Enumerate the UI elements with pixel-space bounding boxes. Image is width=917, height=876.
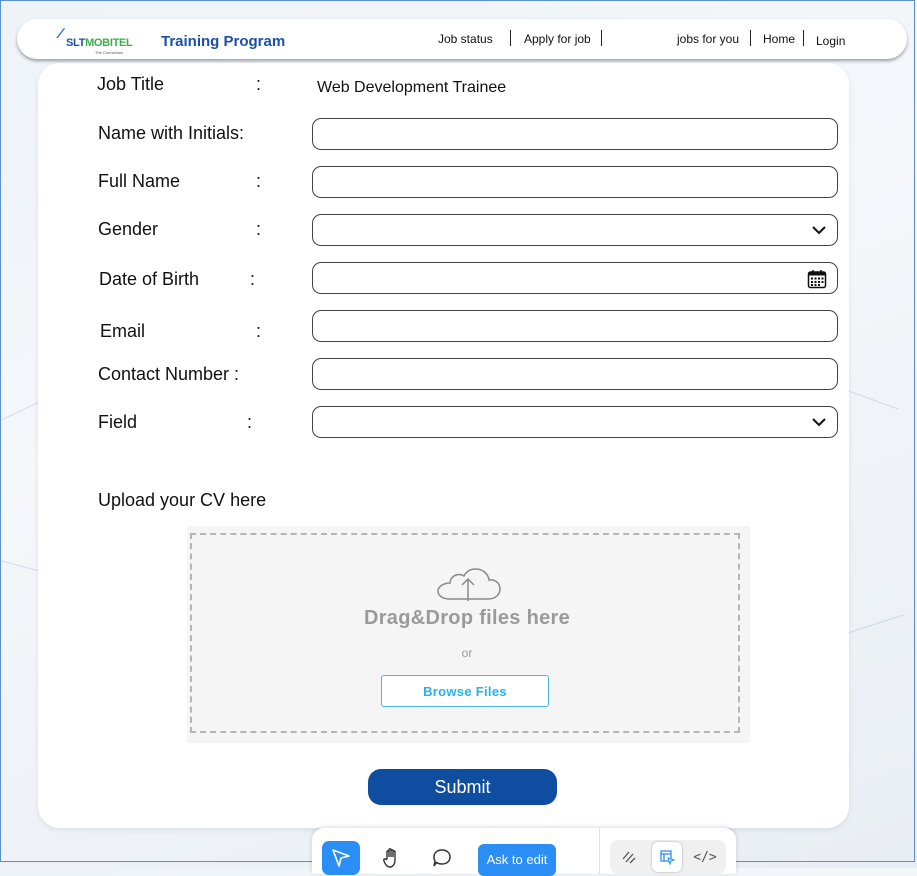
colon: : <box>256 321 262 341</box>
logo-wordmark: SLTMOBITEL <box>66 37 133 49</box>
program-title: Training Program <box>161 33 286 50</box>
submit-button[interactable]: Submit <box>368 769 557 805</box>
ask-to-edit-button[interactable]: Ask to edit <box>478 844 556 876</box>
name-initials-input[interactable] <box>312 118 838 150</box>
logo-tagline: The Connection <box>95 50 124 55</box>
nav-job-status[interactable]: Job status <box>438 32 493 46</box>
contact-number-input[interactable] <box>312 358 838 390</box>
colon: : <box>256 74 262 94</box>
full-name-input[interactable] <box>312 166 838 198</box>
design-toolbar: Ask to edit </> <box>312 828 736 876</box>
hand-icon <box>383 848 396 868</box>
logo-slt: SLT <box>66 37 86 49</box>
application-form-card: Job Title : Web Development Trainee Name… <box>38 63 849 828</box>
job-title-label: Job Title <box>97 74 165 94</box>
chevron-down-icon <box>812 418 826 427</box>
chevron-down-icon <box>812 226 826 235</box>
nav-divider <box>601 30 602 46</box>
job-title-value: Web Development Trainee <box>317 79 507 96</box>
dob-input[interactable] <box>312 262 838 294</box>
comment-icon <box>433 849 451 867</box>
nav-divider <box>803 30 804 46</box>
colon: : <box>247 412 253 432</box>
nav-home[interactable]: Home <box>763 32 795 46</box>
email-label: Email <box>100 321 146 341</box>
colon: : <box>256 171 262 191</box>
nav-apply-for-job[interactable]: Apply for job <box>524 32 591 46</box>
draw-icon <box>622 851 636 864</box>
or-text: or <box>461 646 473 660</box>
top-navbar: ∕∕ SLTMOBITEL The Connection Training Pr… <box>17 19 907 59</box>
upload-cv-title: Upload your CV here <box>98 490 267 510</box>
contact-number-label: Contact Number : <box>98 364 240 384</box>
field-select[interactable] <box>312 406 838 438</box>
cloud-upload-icon <box>437 568 501 601</box>
code-icon: </> <box>693 849 717 865</box>
dob-label: Date of Birth <box>99 269 200 289</box>
mode-switcher: </> <box>610 840 726 874</box>
nav-jobs-for-you[interactable]: jobs for you <box>677 32 739 46</box>
logo-mobitel: MOBITEL <box>85 37 133 49</box>
drag-drop-text: Drag&Drop files here <box>363 607 571 629</box>
toolbar-divider <box>599 828 600 874</box>
dropzone-border: Drag&Drop files here or Browse Files <box>190 533 740 733</box>
cv-dropzone[interactable]: Drag&Drop files here or Browse Files <box>187 526 750 743</box>
nav-login[interactable]: Login <box>816 34 845 48</box>
logo-mark: ∕∕ <box>59 25 61 41</box>
layout-select-icon <box>660 850 675 865</box>
colon: : <box>250 269 256 289</box>
comment-tool-button[interactable] <box>423 841 461 875</box>
pointer-icon <box>332 849 350 867</box>
colon: : <box>256 219 262 239</box>
full-name-label: Full Name <box>98 171 181 191</box>
pointer-tool-button[interactable] <box>322 841 360 875</box>
calendar-icon[interactable] <box>807 269 827 289</box>
slt-mobitel-logo[interactable]: ∕∕ SLTMOBITEL The Connection <box>59 25 151 55</box>
nav-divider <box>510 30 511 46</box>
name-initials-label: Name with Initials: <box>98 123 245 143</box>
nav-divider <box>750 30 751 46</box>
field-label: Field <box>98 412 138 432</box>
email-input[interactable] <box>312 310 838 342</box>
gender-select[interactable] <box>312 214 838 246</box>
browse-files-button[interactable]: Browse Files <box>381 675 549 707</box>
gender-label: Gender <box>98 219 159 239</box>
hand-tool-button[interactable] <box>373 841 411 875</box>
